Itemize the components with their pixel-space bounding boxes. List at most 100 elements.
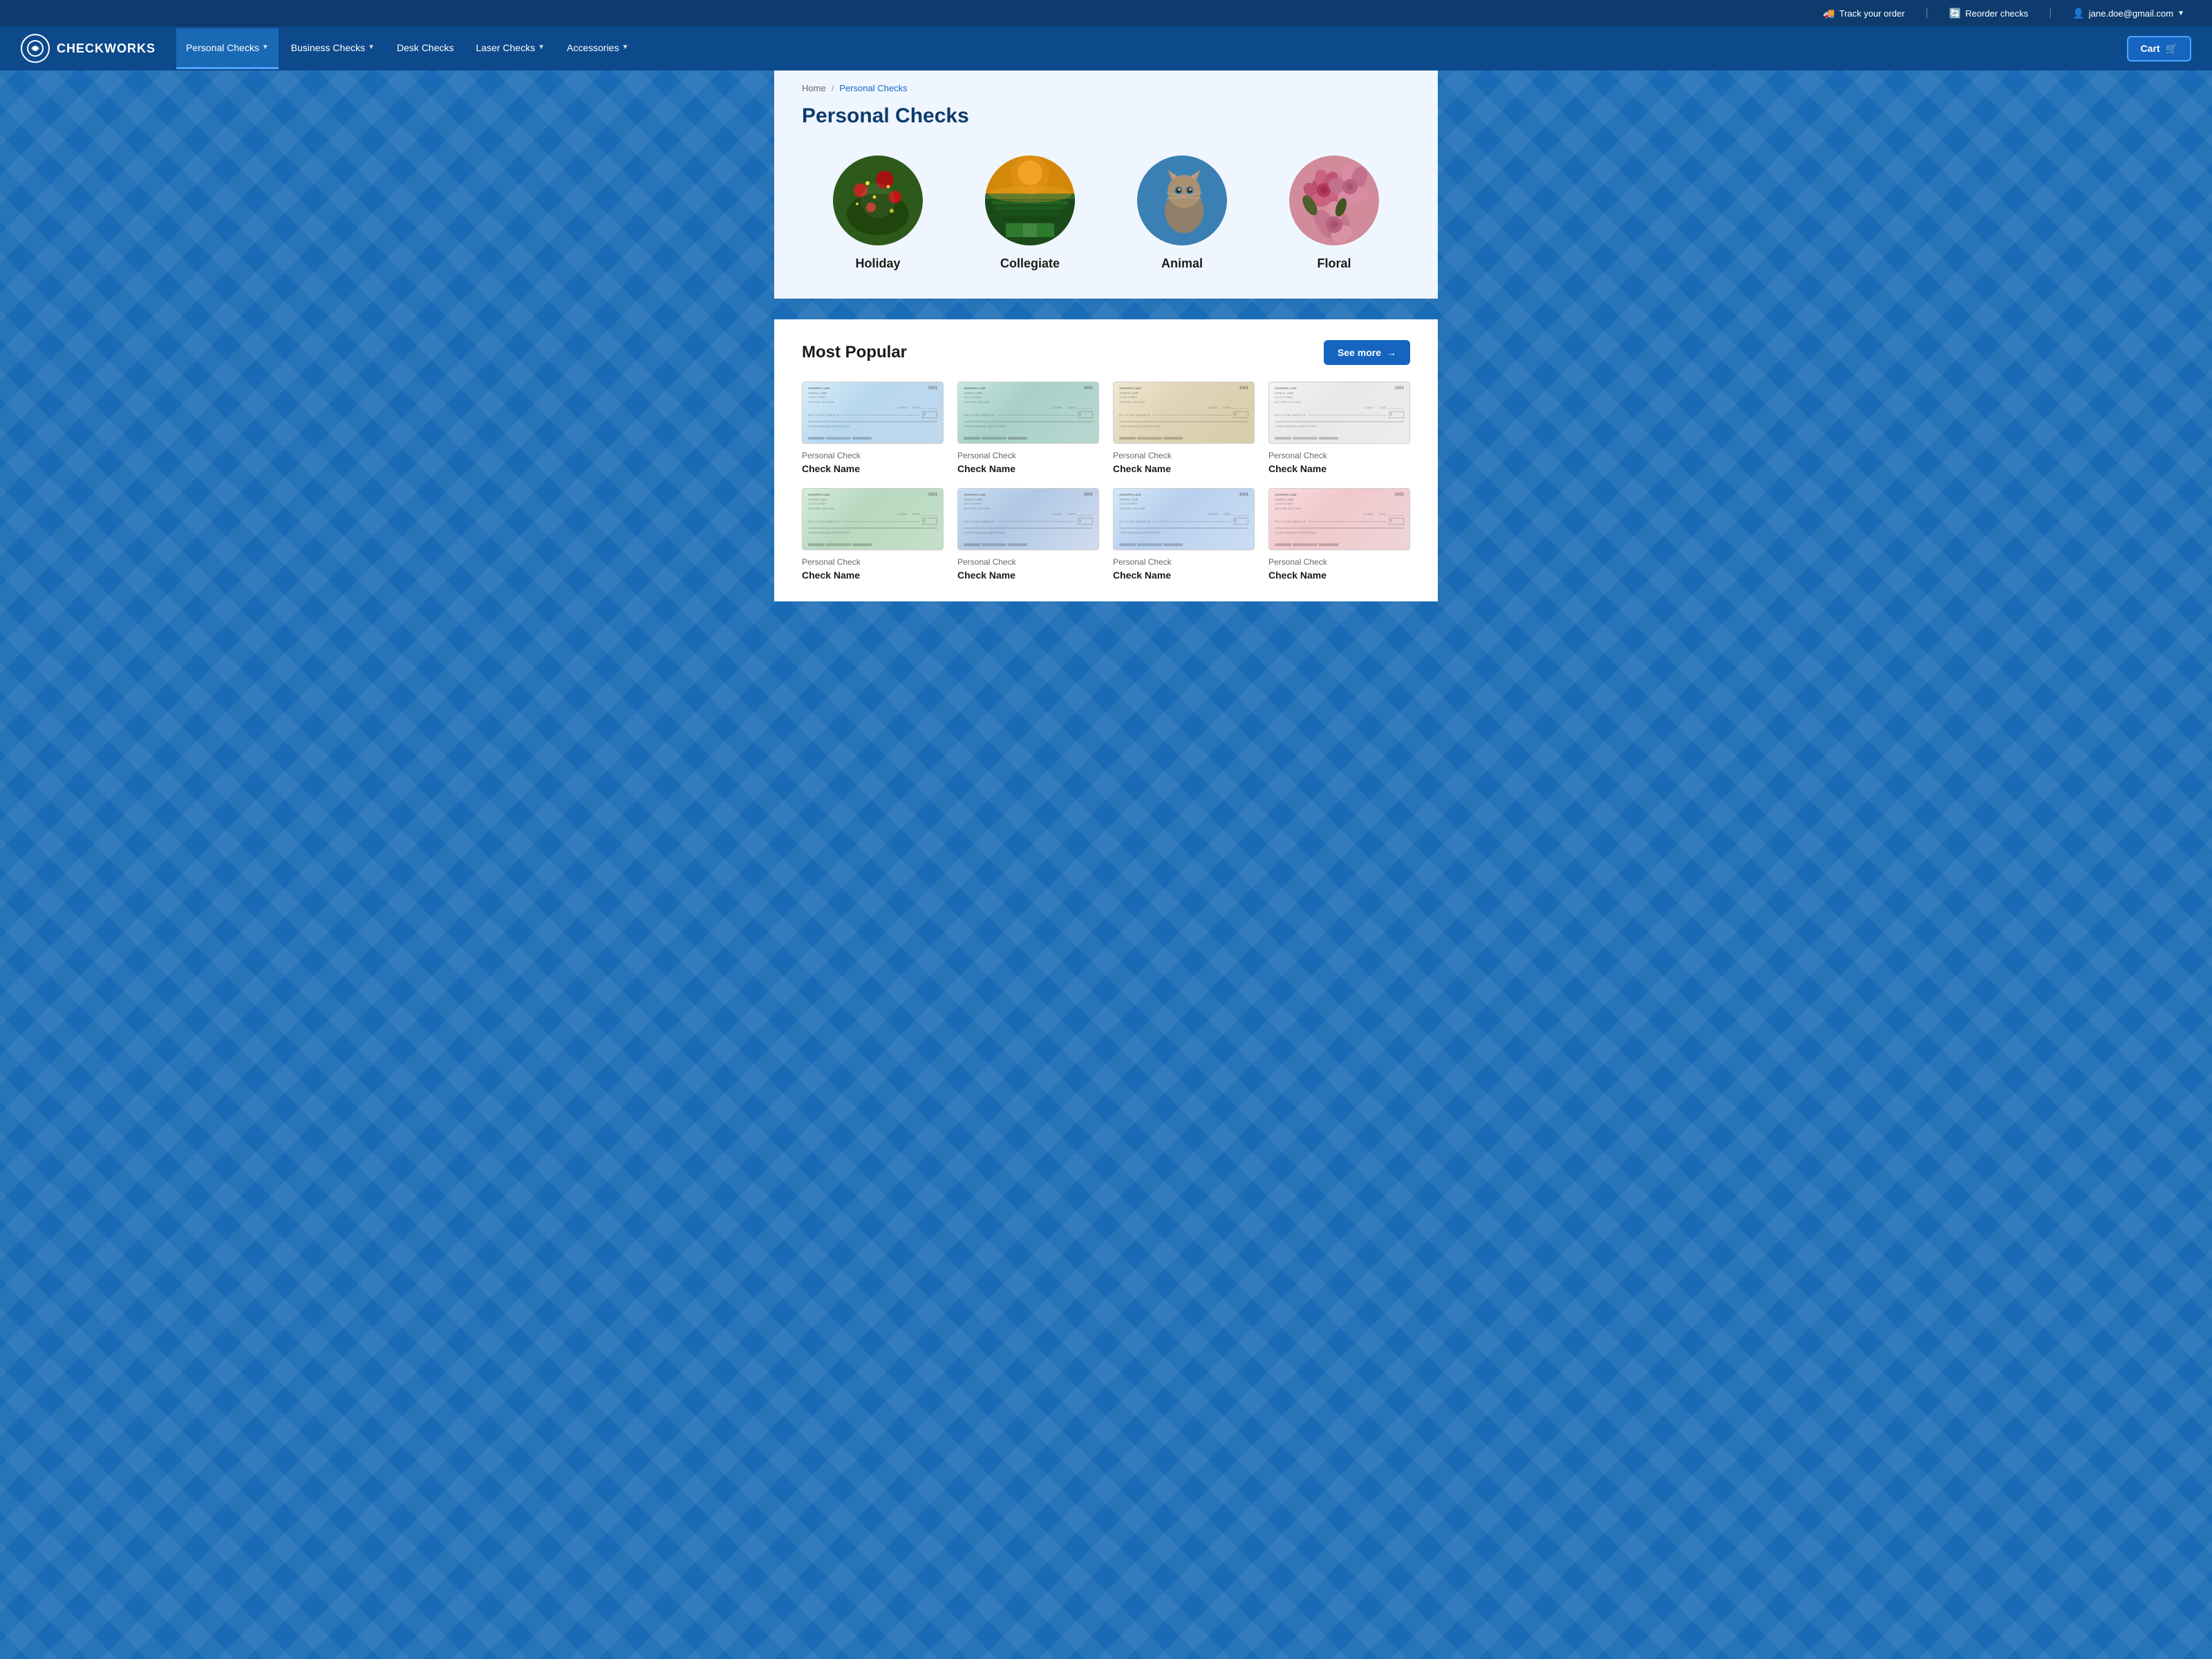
category-animal-circle — [1137, 156, 1227, 245]
product-card-p3[interactable]: JENNIFER LANE JOHN B. LANE 123 MY STREET… — [1113, 382, 1255, 474]
track-order-link[interactable]: 🚚 Track your order — [1823, 8, 1904, 19]
page-content: Home / Personal Checks Personal Checks — [774, 71, 1438, 299]
product-image-p6: JENNIFER LANE JOHN B. LANE 123 MY STREET… — [957, 488, 1099, 550]
product-image-p3: JENNIFER LANE JOHN B. LANE 123 MY STREET… — [1113, 382, 1255, 444]
product-card-p5[interactable]: JENNIFER LANE JOHN B. LANE 123 MY STREET… — [802, 488, 944, 581]
category-holiday[interactable]: Holiday — [833, 156, 923, 271]
nav-accessories-label: Accessories — [567, 42, 619, 53]
main-navigation: CHECKWORKS Personal Checks ▼ Business Ch… — [0, 26, 2212, 71]
product-name-p2: Check Name — [957, 463, 1099, 474]
nav-business-checks[interactable]: Business Checks ▼ — [281, 28, 384, 69]
product-image-p7: JENNIFER LANE JOHN B. LANE 123 MY STREET… — [1113, 488, 1255, 550]
accessories-chevron-icon: ▼ — [621, 44, 628, 51]
product-name-p5: Check Name — [802, 570, 944, 581]
see-more-label: See more — [1338, 347, 1381, 358]
category-floral-circle — [1289, 156, 1379, 245]
divider-1: | — [1926, 7, 1929, 19]
nav-accessories[interactable]: Accessories ▼ — [557, 28, 638, 69]
cart-icon: 🛒 — [2166, 43, 2177, 55]
product-card-p1[interactable]: JENNIFER LANE JOHN B. LANE 123 MY STREET… — [802, 382, 944, 474]
breadcrumb: Home / Personal Checks — [802, 83, 1410, 93]
user-chevron-icon: ▼ — [2177, 10, 2184, 17]
category-animal[interactable]: Animal — [1137, 156, 1227, 271]
see-more-button[interactable]: See more → — [1324, 340, 1410, 365]
logo-text: CHECKWORKS — [57, 41, 156, 56]
categories-section: Holiday — [774, 142, 1438, 299]
breadcrumb-home-link[interactable]: Home — [802, 83, 826, 93]
product-card-p6[interactable]: JENNIFER LANE JOHN B. LANE 123 MY STREET… — [957, 488, 1099, 581]
product-card-p8[interactable]: JENNIFER LANE JOHN B. LANE 123 MY STREET… — [1268, 488, 1410, 581]
category-floral-label: Floral — [1317, 256, 1351, 271]
reorder-icon: 🔄 — [1949, 8, 1961, 19]
nav-laser-checks-label: Laser Checks — [476, 42, 536, 53]
breadcrumb-current: Personal Checks — [839, 83, 907, 93]
cart-button[interactable]: Cart 🛒 — [2127, 36, 2191, 62]
product-grid: JENNIFER LANE JOHN B. LANE 123 MY STREET… — [802, 382, 1410, 581]
breadcrumb-section: Home / Personal Checks — [774, 71, 1438, 97]
section-gap — [0, 299, 2212, 319]
top-bar: 🚚 Track your order | 🔄 Reorder checks | … — [0, 0, 2212, 26]
product-image-p2: JENNIFER LANE JOHN B. LANE 123 MY STREET… — [957, 382, 1099, 444]
logo-icon — [21, 34, 50, 63]
user-icon: 👤 — [2072, 8, 2084, 19]
product-subtitle-p8: Personal Check — [1268, 557, 1410, 567]
reorder-checks-label: Reorder checks — [1965, 8, 2028, 19]
product-name-p7: Check Name — [1113, 570, 1255, 581]
cart-label: Cart — [2141, 43, 2160, 54]
business-checks-chevron-icon: ▼ — [368, 44, 375, 51]
truck-icon: 🚚 — [1823, 8, 1835, 19]
product-subtitle-p3: Personal Check — [1113, 451, 1255, 460]
category-collegiate-circle — [985, 156, 1075, 245]
product-image-p8: JENNIFER LANE JOHN B. LANE 123 MY STREET… — [1268, 488, 1410, 550]
user-account-menu[interactable]: 👤 jane.doe@gmail.com ▼ — [2072, 8, 2184, 19]
logo[interactable]: CHECKWORKS — [21, 34, 156, 63]
page-title: Personal Checks — [802, 104, 1410, 128]
laser-checks-chevron-icon: ▼ — [538, 44, 545, 51]
product-card-p2[interactable]: JENNIFER LANE JOHN B. LANE 123 MY STREET… — [957, 382, 1099, 474]
track-order-label: Track your order — [1839, 8, 1905, 19]
divider-2: | — [2049, 7, 2052, 19]
category-holiday-circle — [833, 156, 923, 245]
animal-image — [1137, 156, 1227, 245]
product-image-p1: JENNIFER LANE JOHN B. LANE 123 MY STREET… — [802, 382, 944, 444]
nav-personal-checks-label: Personal Checks — [186, 42, 259, 53]
page-title-section: Personal Checks — [774, 97, 1438, 142]
category-floral[interactable]: Floral — [1289, 156, 1379, 271]
most-popular-title: Most Popular — [802, 343, 907, 362]
product-name-p8: Check Name — [1268, 570, 1410, 581]
category-collegiate[interactable]: Collegiate — [985, 156, 1075, 271]
category-animal-label: Animal — [1161, 256, 1203, 271]
product-image-p5: JENNIFER LANE JOHN B. LANE 123 MY STREET… — [802, 488, 944, 550]
product-name-p4: Check Name — [1268, 463, 1410, 474]
nav-desk-checks[interactable]: Desk Checks — [387, 28, 463, 69]
holiday-image — [833, 156, 923, 245]
breadcrumb-separator: / — [832, 83, 834, 93]
floral-image — [1289, 156, 1379, 245]
product-subtitle-p1: Personal Check — [802, 451, 944, 460]
reorder-checks-link[interactable]: 🔄 Reorder checks — [1949, 8, 2028, 19]
product-subtitle-p6: Personal Check — [957, 557, 1099, 567]
product-subtitle-p5: Personal Check — [802, 557, 944, 567]
collegiate-image — [985, 156, 1075, 245]
see-more-arrow-icon: → — [1387, 347, 1396, 358]
user-email-label: jane.doe@gmail.com — [2089, 8, 2173, 19]
nav-personal-checks[interactable]: Personal Checks ▼ — [176, 28, 279, 69]
product-name-p6: Check Name — [957, 570, 1099, 581]
nav-desk-checks-label: Desk Checks — [397, 42, 453, 53]
product-name-p3: Check Name — [1113, 463, 1255, 474]
section-header: Most Popular See more → — [802, 340, 1410, 365]
product-card-p7[interactable]: JENNIFER LANE JOHN B. LANE 123 MY STREET… — [1113, 488, 1255, 581]
category-collegiate-label: Collegiate — [1000, 256, 1060, 271]
product-card-p4[interactable]: JENNIFER LANE JOHN B. LANE 123 MY STREET… — [1268, 382, 1410, 474]
product-subtitle-p2: Personal Check — [957, 451, 1099, 460]
nav-business-checks-label: Business Checks — [291, 42, 365, 53]
product-image-p4: JENNIFER LANE JOHN B. LANE 123 MY STREET… — [1268, 382, 1410, 444]
category-holiday-label: Holiday — [855, 256, 900, 271]
personal-checks-chevron-icon: ▼ — [262, 44, 269, 51]
product-subtitle-p7: Personal Check — [1113, 557, 1255, 567]
nav-items: Personal Checks ▼ Business Checks ▼ Desk… — [176, 28, 2127, 69]
product-subtitle-p4: Personal Check — [1268, 451, 1410, 460]
product-name-p1: Check Name — [802, 463, 944, 474]
most-popular-section: Most Popular See more → JENNIFER LANE JO… — [774, 319, 1438, 601]
nav-laser-checks[interactable]: Laser Checks ▼ — [467, 28, 555, 69]
